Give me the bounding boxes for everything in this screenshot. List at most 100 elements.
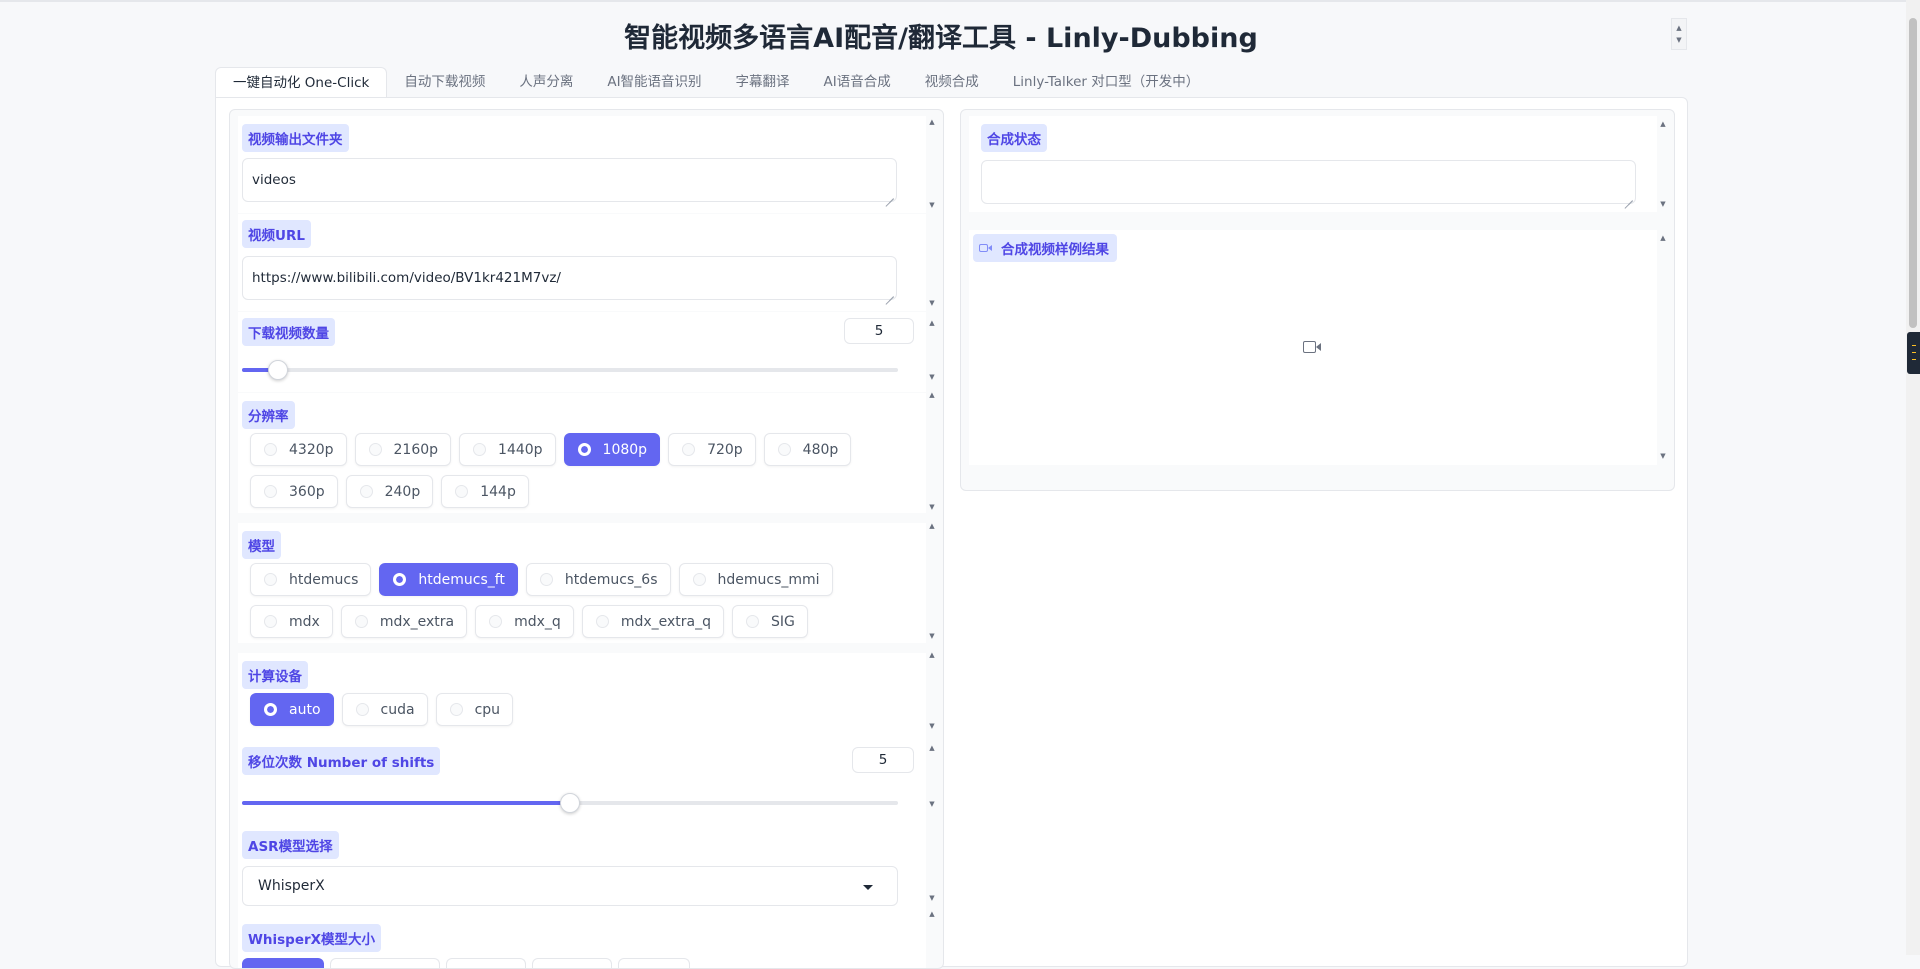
output-folder-block: 视频输出文件夹 videos: [238, 116, 926, 213]
tab-0[interactable]: 一键自动化 One-Click: [215, 67, 388, 98]
block-scroll-arrows[interactable]: ▼: [928, 299, 936, 307]
page-scrollbar-thumb[interactable]: [1909, 18, 1917, 328]
resolution-option[interactable]: 1080p: [563, 433, 661, 466]
resize-handle-icon[interactable]: [885, 288, 894, 297]
radio-indicator-icon: [746, 615, 759, 628]
status-output: [981, 160, 1636, 204]
block-scroll-arrows[interactable]: ▲: [1659, 234, 1667, 242]
output-folder-value: videos: [252, 172, 296, 188]
side-panel-toggle[interactable]: [1907, 332, 1920, 374]
settings-column[interactable]: 视频输出文件夹 videos ▲ ▼ 视频URL https://www.bil…: [229, 109, 944, 969]
whisperx-size-selected-option[interactable]: [242, 958, 324, 968]
block-scroll-arrows[interactable]: ▲: [928, 319, 936, 327]
tab-6[interactable]: 视频合成: [908, 67, 996, 98]
radio-indicator-icon: [595, 615, 609, 628]
device-option[interactable]: cuda: [341, 693, 428, 726]
video-placeholder-icon: [1303, 340, 1323, 354]
resolution-option[interactable]: 4320p: [250, 433, 347, 466]
tab-bar: 一键自动化 One-Click 自动下载视频 人声分离 AI智能语音识别 字幕翻译 AI语…: [215, 67, 1216, 98]
block-scroll-arrows[interactable]: ▲: [928, 522, 936, 530]
device-option[interactable]: cpu: [435, 693, 514, 726]
tab-3[interactable]: AI智能语音识别: [590, 67, 718, 98]
resize-handle-icon[interactable]: [885, 190, 894, 199]
device-option[interactable]: auto: [250, 693, 334, 726]
block-scroll-arrows[interactable]: ▼: [928, 722, 936, 730]
download-count-label: 下载视频数量: [242, 318, 335, 346]
model-option-label: mdx_extra: [379, 613, 455, 630]
download-count-slider[interactable]: [242, 360, 898, 380]
whisperx-size-option[interactable]: [618, 958, 690, 968]
block-scroll-arrows[interactable]: ▼: [1659, 452, 1667, 460]
video-url-value: https://www.bilibili.com/video/BV1kr421M…: [252, 270, 561, 286]
title-scroll-control[interactable]: ▲ ▼: [1671, 18, 1687, 50]
block-scroll-arrows[interactable]: ▲: [928, 118, 936, 126]
radio-indicator-icon: [264, 485, 277, 498]
shifts-input[interactable]: 5: [852, 747, 914, 773]
shifts-slider[interactable]: [242, 793, 898, 813]
page-scrollbar[interactable]: [1906, 0, 1920, 955]
top-border: [0, 0, 1920, 2]
tab-2[interactable]: 人声分离: [502, 67, 590, 98]
download-count-slider-thumb[interactable]: [268, 360, 289, 380]
radio-indicator-icon: [393, 573, 407, 586]
radio-indicator-icon: [777, 443, 791, 456]
tab-5[interactable]: AI语音合成: [807, 67, 908, 98]
resolution-option[interactable]: 240p: [345, 475, 434, 508]
model-option[interactable]: mdx_extra: [340, 605, 468, 638]
model-option[interactable]: SIG: [732, 605, 808, 638]
device-option-label: cpu: [474, 701, 501, 718]
model-option[interactable]: mdx: [250, 605, 333, 638]
video-url-field[interactable]: https://www.bilibili.com/video/BV1kr421M…: [242, 256, 897, 300]
whisperx-size-option[interactable]: [446, 958, 526, 968]
block-scroll-arrows[interactable]: ▼: [928, 800, 936, 808]
block-scroll-arrows[interactable]: ▼: [928, 894, 936, 902]
tab-1[interactable]: 自动下载视频: [387, 67, 502, 98]
model-option[interactable]: mdx_extra_q: [581, 605, 724, 638]
resolution-option-label: 1440p: [498, 441, 543, 458]
block-scroll-arrows[interactable]: ▲: [928, 910, 936, 918]
tab-4[interactable]: 字幕翻译: [719, 67, 807, 98]
resolution-option[interactable]: 2160p: [354, 433, 452, 466]
model-option-label: mdx_extra_q: [620, 613, 711, 630]
block-scroll-arrows[interactable]: ▼: [928, 373, 936, 381]
block-scroll-arrows[interactable]: ▲: [928, 744, 936, 752]
chevron-down-icon: [863, 885, 873, 890]
resolution-option[interactable]: 720p: [668, 433, 756, 466]
asr-model-label: ASR模型选择: [242, 831, 339, 859]
shifts-slider-fill: [242, 801, 570, 805]
resolution-option-label: 144p: [480, 483, 516, 500]
block-scroll-arrows[interactable]: ▼: [928, 503, 936, 511]
block-scroll-arrows[interactable]: ▼: [928, 201, 936, 209]
model-option[interactable]: htdemucs_6s: [525, 563, 671, 596]
video-url-block: 视频URL https://www.bilibili.com/video/BV1…: [238, 214, 926, 311]
resolution-option[interactable]: 1440p: [459, 433, 556, 466]
result-video-label-text: 合成视频样例结果: [1001, 242, 1109, 258]
download-count-input[interactable]: 5: [844, 318, 914, 344]
resolution-option[interactable]: 360p: [250, 475, 338, 508]
block-scroll-arrows[interactable]: ▼: [928, 632, 936, 640]
tab-7[interactable]: Linly-Talker 对口型（开发中）: [996, 67, 1216, 98]
block-scroll-arrows[interactable]: ▲: [1659, 120, 1667, 128]
model-option[interactable]: hdemucs_mmi: [678, 563, 833, 596]
status-label: 合成状态: [981, 124, 1047, 152]
shifts-slider-thumb[interactable]: [560, 793, 580, 813]
model-option[interactable]: htdemucs: [250, 563, 372, 596]
asr-model-select[interactable]: WhisperX: [242, 866, 898, 906]
download-count-block: 下载视频数量 5: [238, 312, 926, 392]
resize-handle-icon[interactable]: [1624, 192, 1633, 201]
model-option-label: hdemucs_mmi: [717, 571, 820, 588]
model-option-label: mdx: [289, 613, 320, 630]
radio-indicator-icon: [455, 485, 469, 498]
block-scroll-arrows[interactable]: ▲: [928, 391, 936, 399]
whisperx-size-option[interactable]: [330, 958, 440, 968]
radio-indicator-icon: [449, 703, 463, 716]
block-scroll-arrows[interactable]: ▲: [928, 651, 936, 659]
resolution-option[interactable]: 144p: [441, 475, 529, 508]
output-folder-field[interactable]: videos: [242, 158, 897, 202]
whisperx-size-option[interactable]: [532, 958, 612, 968]
status-block: 合成状态: [969, 116, 1657, 212]
model-option[interactable]: mdx_q: [475, 605, 574, 638]
block-scroll-arrows[interactable]: ▼: [1659, 200, 1667, 208]
resolution-option[interactable]: 480p: [763, 433, 852, 466]
model-option[interactable]: htdemucs_ft: [379, 563, 518, 596]
